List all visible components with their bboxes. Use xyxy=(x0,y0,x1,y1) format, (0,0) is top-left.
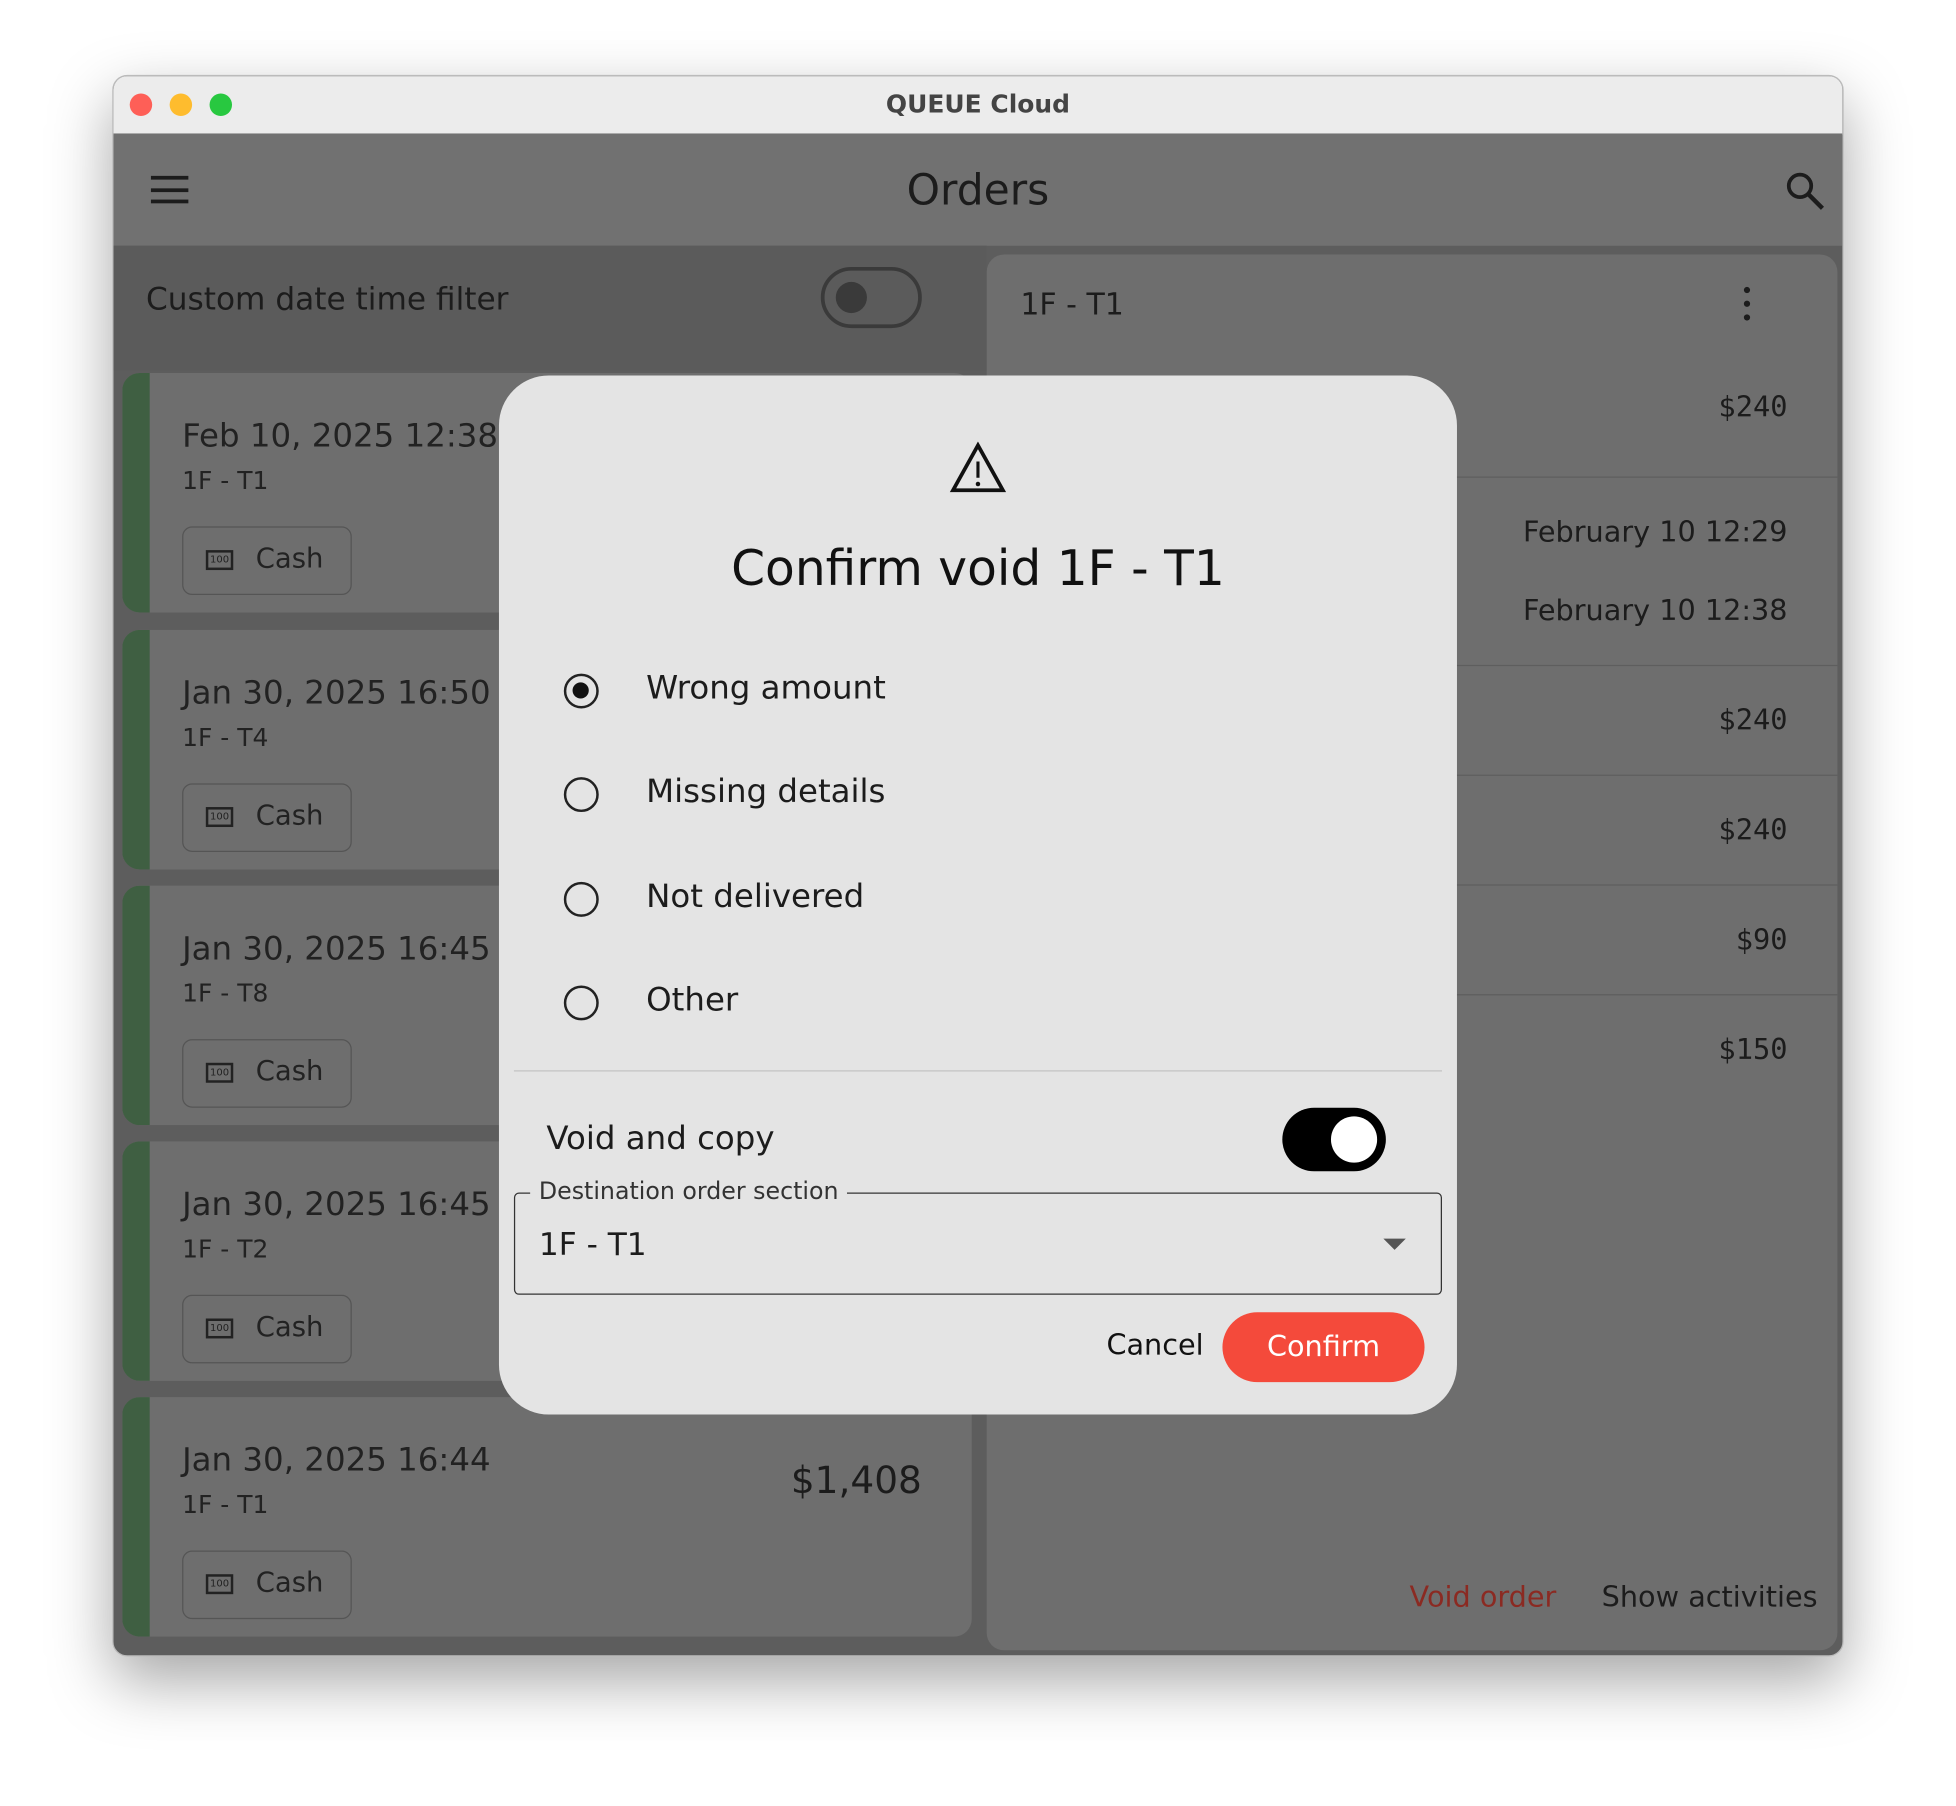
detail-value: $150 xyxy=(1718,1034,1788,1067)
status-bar xyxy=(122,1397,150,1637)
reason-label[interactable]: Other xyxy=(646,982,738,1019)
warning-icon xyxy=(949,441,1007,493)
payment-chip: 100 Cash xyxy=(182,783,352,852)
order-date: Jan 30, 2025 16:45 xyxy=(182,1186,491,1224)
date-filter-row: Custom date time filter xyxy=(113,245,987,371)
status-bar xyxy=(122,372,150,613)
cancel-button[interactable]: Cancel xyxy=(1106,1330,1203,1362)
order-table: 1F - T8 xyxy=(182,977,269,1008)
payment-chip: 100 Cash xyxy=(182,1039,352,1108)
filter-label: Custom date time filter xyxy=(145,280,509,317)
detail-value: $90 xyxy=(1735,924,1788,957)
order-table: 1F - T1 xyxy=(182,1489,269,1520)
order-date: Jan 30, 2025 16:45 xyxy=(182,930,491,968)
order-date: Jan 30, 2025 16:44 xyxy=(182,1441,491,1480)
cash-icon: 100 xyxy=(205,1318,234,1339)
divider xyxy=(513,1070,1442,1072)
window-title: QUEUE Cloud xyxy=(885,88,1071,119)
search-icon[interactable] xyxy=(1785,171,1825,211)
destination-label: Destination order section xyxy=(530,1177,848,1205)
payment-chip: 100 Cash xyxy=(182,1294,352,1364)
order-date: Jan 30, 2025 16:50 xyxy=(182,674,491,713)
payment-label: Cash xyxy=(255,1056,324,1088)
reason-label[interactable]: Wrong amount xyxy=(646,670,886,707)
detail-value: $240 xyxy=(1718,814,1788,847)
status-bar xyxy=(122,885,150,1126)
destination-select[interactable]: Destination order section 1F - T1 xyxy=(513,1177,1442,1295)
cash-icon: 100 xyxy=(205,1574,234,1595)
cash-icon: 100 xyxy=(205,1062,234,1083)
status-bar xyxy=(122,1141,150,1381)
reason-radio[interactable] xyxy=(563,985,599,1021)
reason-radio[interactable] xyxy=(563,777,599,813)
detail-value: $240 xyxy=(1718,391,1788,425)
order-date: Feb 10, 2025 12:38 xyxy=(182,417,499,456)
title-bar: QUEUE Cloud xyxy=(113,76,1843,135)
confirm-void-dialog: Confirm void 1F - T1 Wrong amount Missin… xyxy=(498,375,1457,1415)
detail-value: February 10 12:29 xyxy=(1522,516,1788,549)
destination-value: 1F - T1 xyxy=(538,1226,647,1263)
status-bar xyxy=(122,629,150,870)
cash-icon: 100 xyxy=(205,807,234,828)
payment-label: Cash xyxy=(255,1567,324,1600)
payment-chip: 100 Cash xyxy=(182,526,352,596)
order-amount: $1,408 xyxy=(790,1459,922,1504)
dialog-title: Confirm void 1F - T1 xyxy=(731,541,1225,598)
page-title: Orders xyxy=(906,165,1050,216)
order-table: 1F - T1 xyxy=(182,465,269,496)
void-copy-toggle[interactable] xyxy=(1282,1107,1386,1172)
order-table: 1F - T4 xyxy=(182,722,269,753)
payment-label: Cash xyxy=(255,543,324,576)
payment-label: Cash xyxy=(255,800,324,833)
show-activities-button[interactable]: Show activities xyxy=(1602,1582,1818,1614)
payment-chip: 100 Cash xyxy=(182,1550,352,1620)
app-bar: Orders xyxy=(113,133,1843,246)
void-order-button[interactable]: Void order xyxy=(1410,1582,1557,1614)
reason-radio[interactable] xyxy=(563,673,599,709)
detail-value: February 10 12:38 xyxy=(1522,595,1788,628)
order-card[interactable]: Jan 30, 2025 16:44 1F - T1 $1,408 100 Cas… xyxy=(122,1397,972,1637)
reason-label[interactable]: Not delivered xyxy=(646,878,864,915)
date-filter-toggle[interactable] xyxy=(820,266,922,329)
reason-label[interactable]: Missing details xyxy=(646,773,885,810)
confirm-button[interactable]: Confirm xyxy=(1222,1312,1425,1383)
payment-label: Cash xyxy=(255,1312,324,1344)
void-copy-label: Void and copy xyxy=(546,1120,775,1158)
cash-icon: 100 xyxy=(205,550,234,571)
chevron-down-icon xyxy=(1383,1238,1406,1250)
order-table: 1F - T2 xyxy=(182,1233,269,1264)
detail-value: $240 xyxy=(1718,704,1788,738)
reason-radio[interactable] xyxy=(563,881,599,917)
